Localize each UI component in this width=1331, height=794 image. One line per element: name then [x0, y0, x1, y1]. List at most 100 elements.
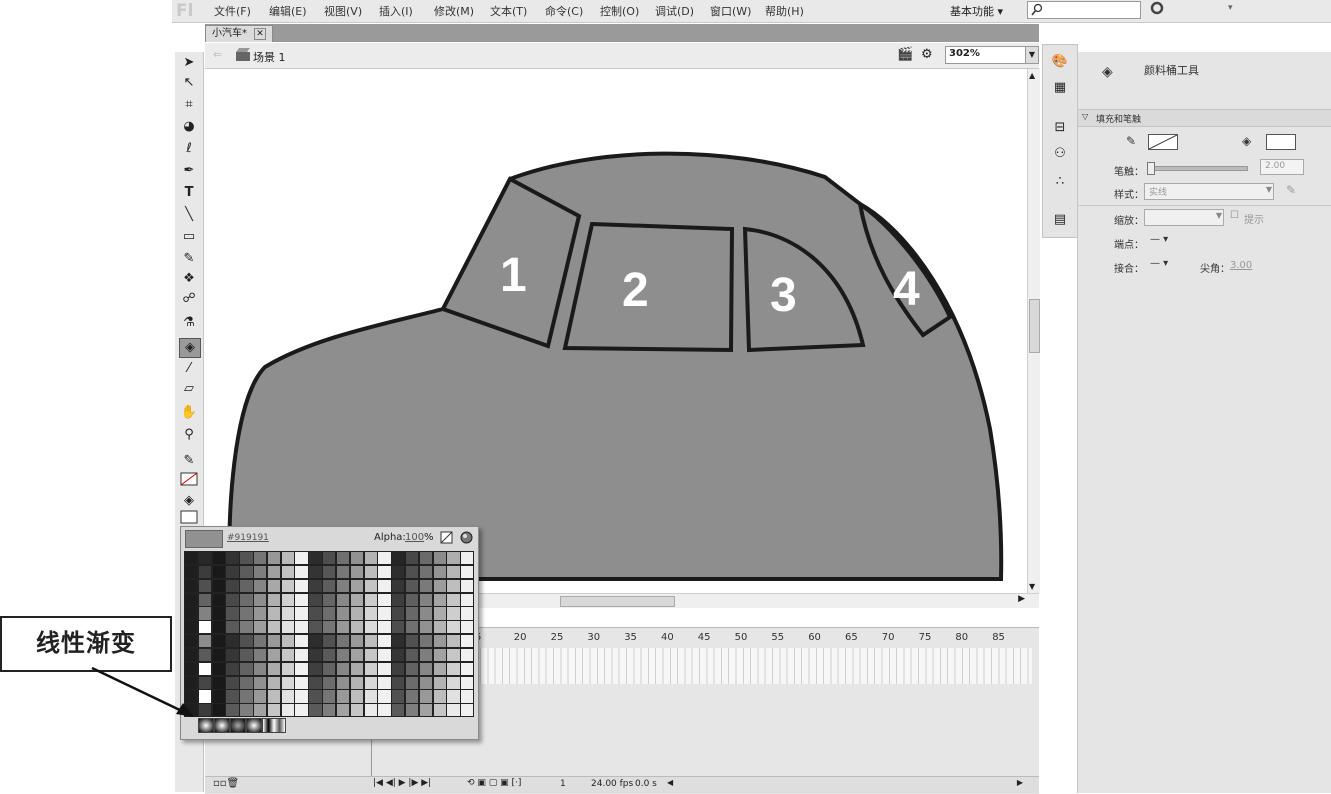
swatch-cell[interactable]	[211, 592, 226, 607]
zoom-tool-icon[interactable]: ⚲	[179, 426, 199, 444]
swatch-cell[interactable]	[322, 606, 337, 621]
menu-help[interactable]: 帮助(H)	[765, 3, 804, 19]
fill-color-swatch[interactable]	[1266, 134, 1296, 150]
swatch-cell[interactable]	[184, 606, 199, 621]
stroke-swatch[interactable]	[179, 472, 199, 490]
new-layer-icon[interactable]: ▫▫🗑	[213, 778, 239, 789]
swatch-cell[interactable]	[335, 592, 351, 607]
swatch-cell[interactable]	[391, 564, 406, 580]
swatch-cell[interactable]	[197, 578, 213, 593]
swatch-cell[interactable]	[363, 578, 378, 593]
swatch-cell[interactable]	[239, 606, 254, 621]
swatch-cell[interactable]	[335, 606, 351, 621]
swatch-cell[interactable]	[404, 675, 420, 690]
swatch-cell[interactable]	[391, 634, 406, 649]
swatch-cell[interactable]	[266, 689, 282, 704]
swatch-cell[interactable]	[308, 675, 323, 690]
swatch-cell[interactable]	[460, 564, 475, 580]
swatch-cell[interactable]	[239, 703, 254, 718]
scroll-up-icon[interactable]: ▲	[1029, 71, 1035, 80]
swatch-cell[interactable]	[404, 620, 420, 635]
text-tool-icon[interactable]: T	[179, 184, 199, 202]
swatch-cell[interactable]	[432, 703, 447, 718]
swatch-cell[interactable]	[391, 675, 406, 690]
swatch-cell[interactable]	[446, 689, 461, 704]
stroke-width-slider[interactable]	[1147, 162, 1248, 175]
swatch-cell[interactable]	[349, 564, 364, 580]
swatch-cell[interactable]	[446, 661, 461, 676]
swatch-cell[interactable]	[184, 551, 199, 566]
swatch-cell[interactable]	[363, 647, 378, 663]
swatch-cell[interactable]	[322, 675, 337, 690]
subselection-tool-icon[interactable]: ↖	[179, 74, 199, 92]
swatch-cell[interactable]	[280, 606, 295, 621]
workspace-switcher[interactable]: 基本功能 ▾	[950, 3, 1003, 19]
radial-gradient-swatch[interactable]	[246, 718, 262, 733]
swatches-panel-icon[interactable]: ▦	[1051, 79, 1069, 97]
3d-rotation-tool-icon[interactable]: ◕	[179, 118, 199, 136]
swatch-cell[interactable]	[211, 647, 226, 663]
swatch-cell[interactable]	[460, 620, 475, 635]
menu-window[interactable]: 窗口(W)	[710, 3, 751, 19]
swatch-cell[interactable]	[418, 564, 434, 580]
swatch-cell[interactable]	[322, 647, 337, 663]
swatch-cell[interactable]	[197, 606, 213, 621]
swatch-cell[interactable]	[432, 689, 447, 704]
frame-ruler[interactable]: 52025303540455055606570758085	[475, 628, 1035, 646]
menu-edit[interactable]: 编辑(E)	[269, 3, 307, 19]
swatch-cell[interactable]	[349, 592, 364, 607]
scene-label[interactable]: 场景 1	[253, 49, 286, 65]
swatch-cell[interactable]	[335, 703, 351, 718]
swatch-cell[interactable]	[363, 620, 378, 635]
dropdown-arrow-icon[interactable]: ▾	[1228, 3, 1233, 13]
selection-tool-icon[interactable]: ➤	[179, 54, 199, 72]
cs-live-icon[interactable]	[1150, 1, 1164, 15]
swatch-cell[interactable]	[184, 647, 199, 663]
swatch-cell[interactable]	[349, 606, 364, 621]
edit-scene-icon[interactable]: 🎬	[897, 47, 913, 62]
bone-tool-icon[interactable]: ☍	[179, 290, 199, 308]
playback-controls[interactable]: |◀ ◀| ▶ |▶ ▶|	[373, 778, 431, 788]
swatch-cell[interactable]	[266, 620, 282, 635]
color-panel-icon[interactable]: 🎨	[1051, 53, 1069, 71]
swatch-cell[interactable]	[460, 606, 475, 621]
swatch-cell[interactable]	[280, 703, 295, 718]
swatch-cell[interactable]	[363, 703, 378, 718]
swatch-cell[interactable]	[418, 592, 434, 607]
swatch-cell[interactable]	[446, 675, 461, 690]
no-color-icon[interactable]	[440, 531, 453, 544]
hex-value[interactable]: #919191	[227, 533, 269, 543]
swatch-cell[interactable]	[266, 675, 282, 690]
swatch-cell[interactable]	[460, 689, 475, 704]
swatch-cell[interactable]	[335, 647, 351, 663]
swatch-cell[interactable]	[308, 592, 323, 607]
search-input[interactable]	[1027, 1, 1141, 19]
swatch-cell[interactable]	[253, 689, 268, 704]
swatch-cell[interactable]	[294, 634, 309, 649]
swatch-cell[interactable]	[280, 578, 295, 593]
scale-select[interactable]: ▼	[1144, 209, 1224, 226]
swatch-cell[interactable]	[377, 689, 392, 704]
swatch-cell[interactable]	[308, 689, 323, 704]
swatch-cell[interactable]	[184, 620, 199, 635]
car-body[interactable]	[227, 151, 1004, 581]
vertical-scrollbar[interactable]: ▲ ▼	[1027, 69, 1040, 593]
swatch-cell[interactable]	[266, 592, 282, 607]
swatch-cell[interactable]	[253, 620, 268, 635]
swatch-cell[interactable]	[363, 606, 378, 621]
swatch-cell[interactable]	[253, 675, 268, 690]
swatch-cell[interactable]	[446, 620, 461, 635]
swatch-cell[interactable]	[460, 703, 475, 718]
menu-view[interactable]: 视图(V)	[324, 3, 362, 19]
line-tool-icon[interactable]: ╲	[179, 206, 199, 224]
swatch-cell[interactable]	[239, 689, 254, 704]
menu-modify[interactable]: 修改(M)	[434, 3, 474, 19]
swatch-cell[interactable]	[294, 647, 309, 663]
swatch-cell[interactable]	[418, 661, 434, 676]
swatch-cell[interactable]	[377, 661, 392, 676]
align-panel-icon[interactable]: ⊟	[1051, 119, 1069, 137]
swatch-cell[interactable]	[225, 578, 240, 593]
stage[interactable]: 1 2 3 4	[205, 69, 1027, 593]
swatch-cell[interactable]	[432, 675, 447, 690]
swatch-cell[interactable]	[253, 647, 268, 663]
